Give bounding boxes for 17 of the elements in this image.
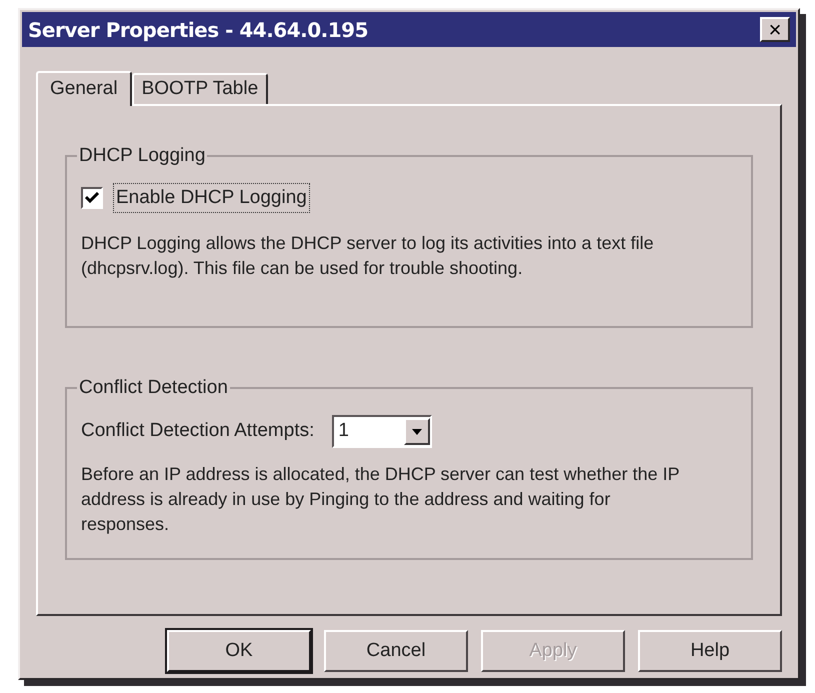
description-text: DHCP Logging allows the DHCP server to log its activities into a text file (dhcpsrv.log). This file can be used for trouble shooting.	[81, 232, 655, 280]
tab[interactable]: General	[36, 71, 132, 106]
group-title: Conflict Detection	[78, 376, 229, 400]
group-title: DHCP Logging	[78, 144, 206, 168]
checkmark-icon	[85, 192, 99, 204]
window-title: Server Properties - 44.64.0.195	[28, 16, 368, 44]
checkbox-label[interactable]: Enable DHCP Logging	[113, 182, 310, 213]
dialog-button[interactable]: Help	[638, 630, 782, 672]
attempts-dropdown[interactable]: 1	[332, 414, 432, 448]
field-label: Conflict Detection Attempts:	[81, 418, 314, 443]
description-text: Before an IP address is allocated, the DHCP server can test whether the IP address is already in use by Pinging to the address and waiting for responses.	[81, 462, 680, 536]
dropdown-value: 1	[337, 418, 350, 443]
dialog-button[interactable]: OK	[167, 630, 311, 672]
tab[interactable]: BOOTP Table	[132, 73, 268, 104]
checkbox[interactable]	[81, 186, 103, 209]
dialog-button[interactable]: Cancel	[324, 630, 468, 672]
close-button[interactable]: ×	[760, 17, 790, 42]
